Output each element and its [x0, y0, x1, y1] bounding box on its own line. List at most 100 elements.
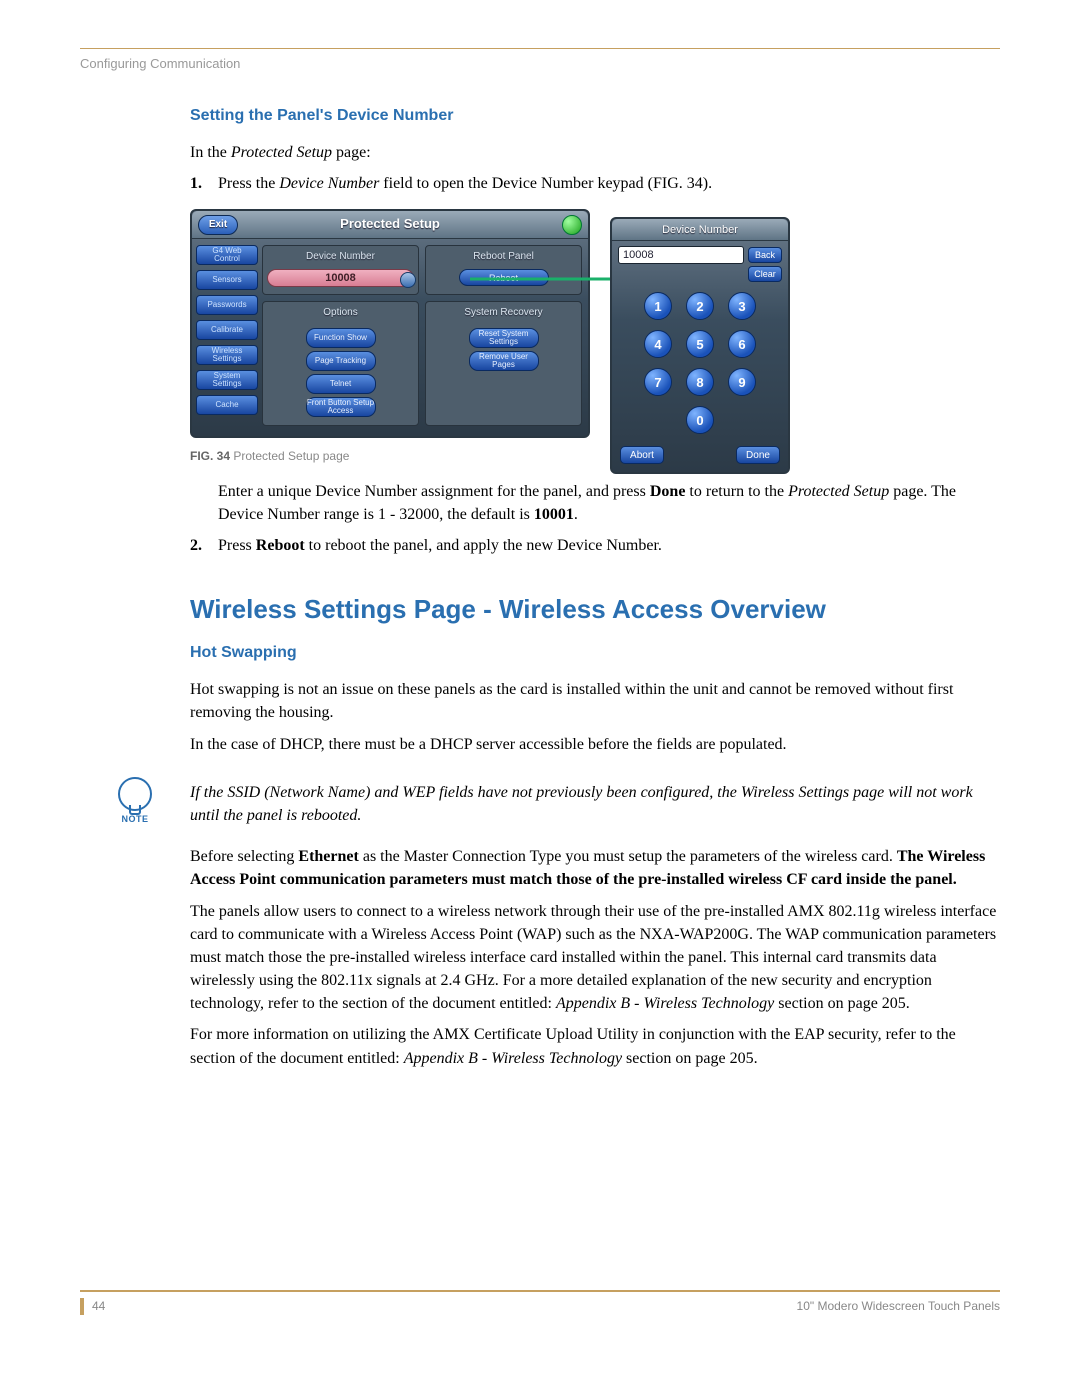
step-1-text: Press the Device Number field to open th… — [218, 172, 712, 195]
keypad-key-2[interactable]: 2 — [686, 292, 714, 320]
reboot-group-title: Reboot Panel — [430, 250, 577, 265]
callout-arrow — [470, 269, 620, 271]
t: Enter a unique Device Number assignment … — [218, 483, 650, 500]
footer-accent-bar — [80, 1298, 84, 1315]
step-1-number: 1. — [190, 172, 218, 195]
opt-telnet[interactable]: Telnet — [306, 374, 376, 394]
intro-emph: Protected Setup — [231, 144, 332, 161]
exit-button[interactable]: Exit — [198, 215, 238, 235]
keypad-key-9[interactable]: 9 — [728, 368, 756, 396]
options-group-title: Options — [267, 306, 414, 321]
figure-caption-bold: FIG. 34 — [190, 449, 230, 463]
keypad-grid: 1 2 3 4 5 6 7 8 9 0 — [612, 284, 788, 438]
t: to return to the — [685, 483, 788, 500]
side-sensors[interactable]: Sensors — [196, 270, 258, 290]
page-content: Setting the Panel's Device Number In the… — [190, 104, 1000, 1070]
top-rule — [80, 48, 1000, 49]
t: Device Number — [279, 175, 379, 192]
t: as the Master Connection Type you must s… — [359, 848, 897, 865]
note-icon: NOTE — [115, 777, 155, 826]
intro-suffix: page: — [332, 144, 371, 161]
keypad-key-6[interactable]: 6 — [728, 330, 756, 358]
keypad-back-button[interactable]: Back — [748, 247, 782, 263]
panel-titlebar: Exit Protected Setup — [192, 211, 588, 239]
paragraph-ethernet: Before selecting Ethernet as the Master … — [190, 845, 1000, 891]
device-number-keypad: Device Number 10008 Back Clear 1 2 3 4 5… — [610, 217, 790, 474]
paragraph-cert-utility: For more information on utilizing the AM… — [190, 1023, 1000, 1069]
lock-icon — [562, 215, 582, 235]
keypad-clear-button[interactable]: Clear — [748, 266, 782, 282]
keypad-clear-row: Clear — [612, 266, 788, 284]
step-1-followup: Enter a unique Device Number assignment … — [218, 480, 1000, 526]
keypad-key-5[interactable]: 5 — [686, 330, 714, 358]
side-wireless-settings[interactable]: Wireless Settings — [196, 345, 258, 365]
note-text: If the SSID (Network Name) and WEP field… — [190, 781, 1000, 827]
opt-front-button-setup[interactable]: Front Button Setup Access — [306, 397, 376, 417]
figure-caption: FIG. 34 Protected Setup page — [190, 448, 1000, 465]
side-calibrate[interactable]: Calibrate — [196, 320, 258, 340]
t: Ethernet — [298, 848, 358, 865]
t: section on page 205. — [774, 995, 910, 1012]
device-number-value: 10008 — [325, 272, 356, 284]
recovery-list: Reset System Settings Remove User Pages — [430, 324, 577, 375]
recovery-group-title: System Recovery — [430, 306, 577, 321]
options-list: Function Show Page Tracking Telnet Front… — [267, 324, 414, 421]
figure-canvas: Exit Protected Setup G4 Web Control Sens… — [190, 209, 800, 438]
step-2-text: Press Reboot to reboot the panel, and ap… — [218, 534, 662, 557]
intro-line: In the Protected Setup page: — [190, 141, 1000, 164]
t: . — [574, 506, 578, 523]
keypad-key-4[interactable]: 4 — [644, 330, 672, 358]
device-number-field[interactable]: 10008 — [267, 269, 414, 287]
keypad-display[interactable]: 10008 — [618, 246, 744, 264]
side-system-settings[interactable]: System Settings — [196, 370, 258, 390]
note-block: NOTE If the SSID (Network Name) and WEP … — [190, 781, 1000, 827]
t: Appendix B - Wireless Technology — [404, 1050, 622, 1067]
keypad-abort-button[interactable]: Abort — [620, 446, 664, 464]
keypad-key-7[interactable]: 7 — [644, 368, 672, 396]
keypad-key-1[interactable]: 1 — [644, 292, 672, 320]
t: field to open the Device Number keypad (… — [379, 175, 712, 192]
reset-system-settings-button[interactable]: Reset System Settings — [469, 328, 539, 348]
t: Press — [218, 537, 256, 554]
step-1: 1. Press the Device Number field to open… — [190, 172, 1000, 195]
keypad-key-0[interactable]: 0 — [686, 406, 714, 434]
side-passwords[interactable]: Passwords — [196, 295, 258, 315]
opt-page-tracking[interactable]: Page Tracking — [306, 351, 376, 371]
keypad-done-button[interactable]: Done — [736, 446, 780, 464]
options-group: Options Function Show Page Tracking Teln… — [262, 301, 419, 427]
device-number-group: Device Number 10008 — [262, 245, 419, 295]
keypad-key-8[interactable]: 8 — [686, 368, 714, 396]
side-g4-web-control[interactable]: G4 Web Control — [196, 245, 258, 265]
footer-doc-title: 10" Modero Widescreen Touch Panels — [797, 1298, 1000, 1315]
steps-list: 1. Press the Device Number field to open… — [190, 172, 1000, 195]
exit-label: Exit — [209, 218, 227, 233]
heading-hot-swapping: Hot Swapping — [190, 641, 1000, 664]
t: to reboot the panel, and apply the new D… — [305, 537, 662, 554]
system-recovery-group: System Recovery Reset System Settings Re… — [425, 301, 582, 427]
panel-row-1: Device Number 10008 Reboot Panel Reboot — [262, 239, 588, 295]
step-2: 2. Press Reboot to reboot the panel, and… — [190, 534, 1000, 557]
t: Before selecting — [190, 848, 298, 865]
keypad-title: Device Number — [612, 219, 788, 241]
page-number: 44 — [92, 1298, 105, 1315]
panel-title: Protected Setup — [340, 215, 440, 234]
opt-function-show[interactable]: Function Show — [306, 328, 376, 348]
keypad-footer: Abort Done — [612, 438, 788, 464]
remove-user-pages-button[interactable]: Remove User Pages — [469, 351, 539, 371]
paragraph-wap: The panels allow users to connect to a w… — [190, 900, 1000, 1016]
side-cache[interactable]: Cache — [196, 395, 258, 415]
device-number-group-title: Device Number — [267, 250, 414, 265]
heading-setting-device-number: Setting the Panel's Device Number — [190, 104, 1000, 127]
panel-row-2: Options Function Show Page Tracking Teln… — [262, 295, 588, 427]
page-footer: 44 10" Modero Widescreen Touch Panels — [80, 1290, 1000, 1315]
steps-list-2: 2. Press Reboot to reboot the panel, and… — [190, 534, 1000, 557]
lightbulb-icon — [118, 777, 152, 811]
paragraph-hotswap-1: Hot swapping is not an issue on these pa… — [190, 678, 1000, 724]
keypad-key-3[interactable]: 3 — [728, 292, 756, 320]
t: 10001 — [534, 506, 574, 523]
side-nav: G4 Web Control Sensors Passwords Calibra… — [196, 245, 258, 415]
t: Reboot — [256, 537, 305, 554]
intro-prefix: In the — [190, 144, 231, 161]
protected-setup-panel: Exit Protected Setup G4 Web Control Sens… — [190, 209, 590, 438]
t: Done — [650, 483, 686, 500]
